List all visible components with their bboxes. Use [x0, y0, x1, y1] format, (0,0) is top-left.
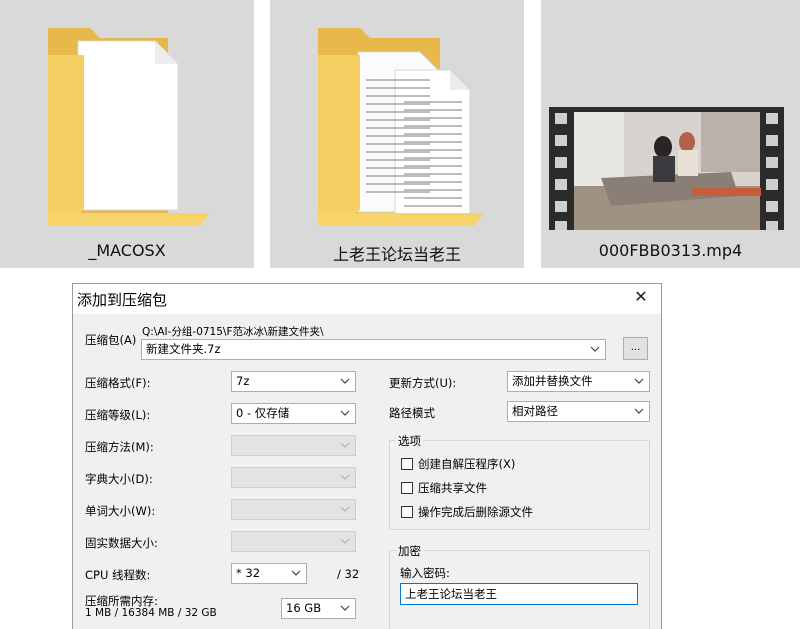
level-combo[interactable]: 0 - 仅存储 [231, 403, 356, 424]
word-combo[interactable] [231, 499, 356, 520]
memory-combo[interactable]: 16 GB [281, 598, 356, 619]
chevron-down-icon [340, 468, 350, 487]
folder-with-documents-icon [318, 28, 484, 226]
path-mode-value: 相对路径 [512, 404, 558, 418]
chevron-down-icon [340, 500, 350, 519]
chevron-down-icon [340, 599, 350, 618]
chevron-down-icon [340, 404, 350, 423]
checkbox-box [401, 458, 413, 470]
chevron-down-icon [590, 340, 600, 359]
dialog-titlebar: 添加到压缩包 ✕ [73, 284, 661, 314]
cpu-value: * 32 [236, 566, 261, 580]
option-delete-checkbox[interactable]: 操作完成后删除源文件 [401, 504, 533, 520]
option-shared-label: 压缩共享文件 [418, 481, 487, 495]
video-thumbnail-icon [549, 107, 784, 235]
chevron-down-icon [340, 372, 350, 391]
file-name: 000FBB0313.mp4 [598, 241, 743, 260]
archive-name-value: 新建文件夹.7z [146, 342, 221, 356]
word-label: 单词大小(W): [85, 504, 156, 518]
format-value: 7z [236, 374, 250, 388]
update-value: 添加并替换文件 [512, 374, 593, 388]
explorer-item-folder[interactable]: 上老王论坛当老王 [270, 0, 524, 268]
chevron-down-icon [340, 436, 350, 455]
path-mode-combo[interactable]: 相对路径 [507, 401, 650, 422]
explorer-item-macosx[interactable]: _MACOSX [0, 0, 254, 268]
method-label: 压缩方法(M): [85, 440, 154, 454]
update-label: 更新方式(U): [389, 376, 457, 390]
chevron-down-icon [291, 564, 301, 583]
add-to-archive-dialog: 添加到压缩包 ✕ 压缩包(A) Q:\AI-分组-0715\F范冰冰\新建文件夹… [72, 283, 662, 629]
dict-combo[interactable] [231, 467, 356, 488]
file-name: 上老王论坛当老王 [332, 245, 461, 264]
option-delete-label: 操作完成后删除源文件 [418, 505, 533, 519]
chevron-down-icon [340, 532, 350, 551]
update-combo[interactable]: 添加并替换文件 [507, 371, 650, 392]
explorer-item-video[interactable]: 000FBB0313.mp4 [541, 0, 800, 268]
chevron-down-icon [634, 372, 644, 391]
cpu-combo[interactable]: * 32 [231, 563, 307, 584]
chevron-down-icon [634, 402, 644, 421]
file-name: _MACOSX [88, 241, 166, 260]
solid-label: 固实数据大小: [85, 536, 158, 550]
checkbox-box [401, 506, 413, 518]
folder-icon [48, 28, 210, 226]
cpu-label: CPU 线程数: [85, 568, 151, 582]
archive-path: Q:\AI-分组-0715\F范冰冰\新建文件夹\ [142, 326, 324, 338]
memory-detail: 1 MB / 16384 MB / 32 GB [85, 607, 217, 619]
level-value: 0 - 仅存储 [236, 406, 290, 420]
solid-combo[interactable] [231, 531, 356, 552]
memory-value: 16 GB [286, 601, 322, 615]
dialog-title: 添加到压缩包 [77, 291, 168, 309]
options-title: 选项 [396, 433, 423, 449]
format-label: 压缩格式(F): [85, 376, 151, 390]
option-shared-checkbox[interactable]: 压缩共享文件 [401, 480, 487, 496]
checkbox-box [401, 482, 413, 494]
path-mode-label: 路径模式 [389, 406, 435, 420]
format-combo[interactable]: 7z [231, 371, 356, 392]
archive-label: 压缩包(A) [85, 333, 137, 347]
archive-name-combo[interactable]: 新建文件夹.7z [141, 339, 606, 360]
password-label: 输入密码: [400, 566, 450, 580]
password-input[interactable]: 上老王论坛当老王 [400, 583, 638, 605]
cpu-total: / 32 [337, 567, 360, 581]
dict-label: 字典大小(D): [85, 472, 153, 486]
close-icon[interactable]: ✕ [631, 287, 651, 307]
method-combo[interactable] [231, 435, 356, 456]
browse-button[interactable]: ... [623, 337, 648, 360]
option-sfx-checkbox[interactable]: 创建自解压程序(X) [401, 456, 515, 472]
encryption-title: 加密 [396, 543, 423, 559]
option-sfx-label: 创建自解压程序(X) [418, 457, 516, 471]
level-label: 压缩等级(L): [85, 408, 151, 422]
